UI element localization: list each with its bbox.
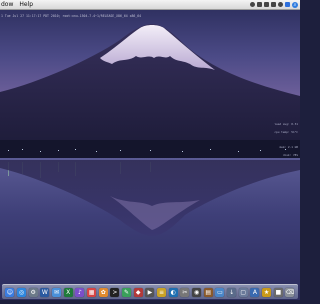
menu-window[interactable]: dow xyxy=(0,1,16,8)
terminal-icon[interactable]: > xyxy=(110,287,120,297)
book-icon[interactable]: ▤ xyxy=(203,287,213,297)
photos-icon[interactable]: ✿ xyxy=(98,287,108,297)
bluetooth-icon[interactable] xyxy=(250,2,255,7)
side-stat: cpu temp: 51°C xyxy=(274,130,298,134)
globe-icon[interactable]: ◐ xyxy=(168,287,178,297)
tool-icon[interactable]: ✂ xyxy=(180,287,190,297)
battery-icon[interactable] xyxy=(271,2,276,7)
music-icon[interactable]: ♪ xyxy=(75,287,85,297)
star-icon[interactable]: ★ xyxy=(262,287,272,297)
apps-folder-icon[interactable]: A xyxy=(250,287,260,297)
finder-icon[interactable]: ☺ xyxy=(5,287,15,297)
side-stat: mem: 2.1 GB xyxy=(279,145,298,149)
user-icon[interactable] xyxy=(285,2,290,7)
documents-icon[interactable]: ▢ xyxy=(238,287,248,297)
volume-icon[interactable] xyxy=(264,2,269,7)
folder-icon[interactable]: ▭ xyxy=(215,287,225,297)
system-info-text: 1 Tue Jul 27 11:17:17 PDT 2010; root:xnu… xyxy=(1,14,142,18)
notes-icon[interactable]: ≡ xyxy=(157,287,167,297)
trash-icon[interactable]: ⌫ xyxy=(285,287,295,297)
camera-icon[interactable]: ◉ xyxy=(192,287,202,297)
archive-icon[interactable]: ■ xyxy=(273,287,283,297)
menu-bar: dow Help ⌕ xyxy=(0,0,300,10)
calendar-icon[interactable]: ▦ xyxy=(87,287,97,297)
menu-help[interactable]: Help xyxy=(16,1,36,8)
excel-icon[interactable]: X xyxy=(63,287,73,297)
dock: ☺ ◎ ⚙ W ✉ X ♪ ▦ ✿ > ✎ ◆ ▶ ≡ ◐ ✂ ◉ ▤ ▭ ↓ ▢ A ★ ■ ⌫ xyxy=(2,284,298,299)
chat-icon[interactable]: ✎ xyxy=(122,287,132,297)
downloads-icon[interactable]: ↓ xyxy=(227,287,237,297)
clock-icon[interactable] xyxy=(278,2,283,7)
wifi-icon[interactable] xyxy=(257,2,262,7)
settings-icon[interactable]: ⚙ xyxy=(28,287,38,297)
search-icon[interactable]: ⌕ xyxy=(292,1,298,8)
app-icon[interactable]: ◆ xyxy=(133,287,143,297)
side-stat: load avg: 0.31 xyxy=(274,122,298,126)
status-tray: ⌕ xyxy=(250,0,298,9)
video-icon[interactable]: ▶ xyxy=(145,287,155,297)
mount-fuji-wallpaper xyxy=(0,0,300,300)
mail-icon[interactable]: ✉ xyxy=(52,287,62,297)
word-icon[interactable]: W xyxy=(40,287,50,297)
desktop-wallpaper xyxy=(0,0,300,300)
side-stat: disk: 78% xyxy=(282,153,298,157)
browser-icon[interactable]: ◎ xyxy=(17,287,26,297)
